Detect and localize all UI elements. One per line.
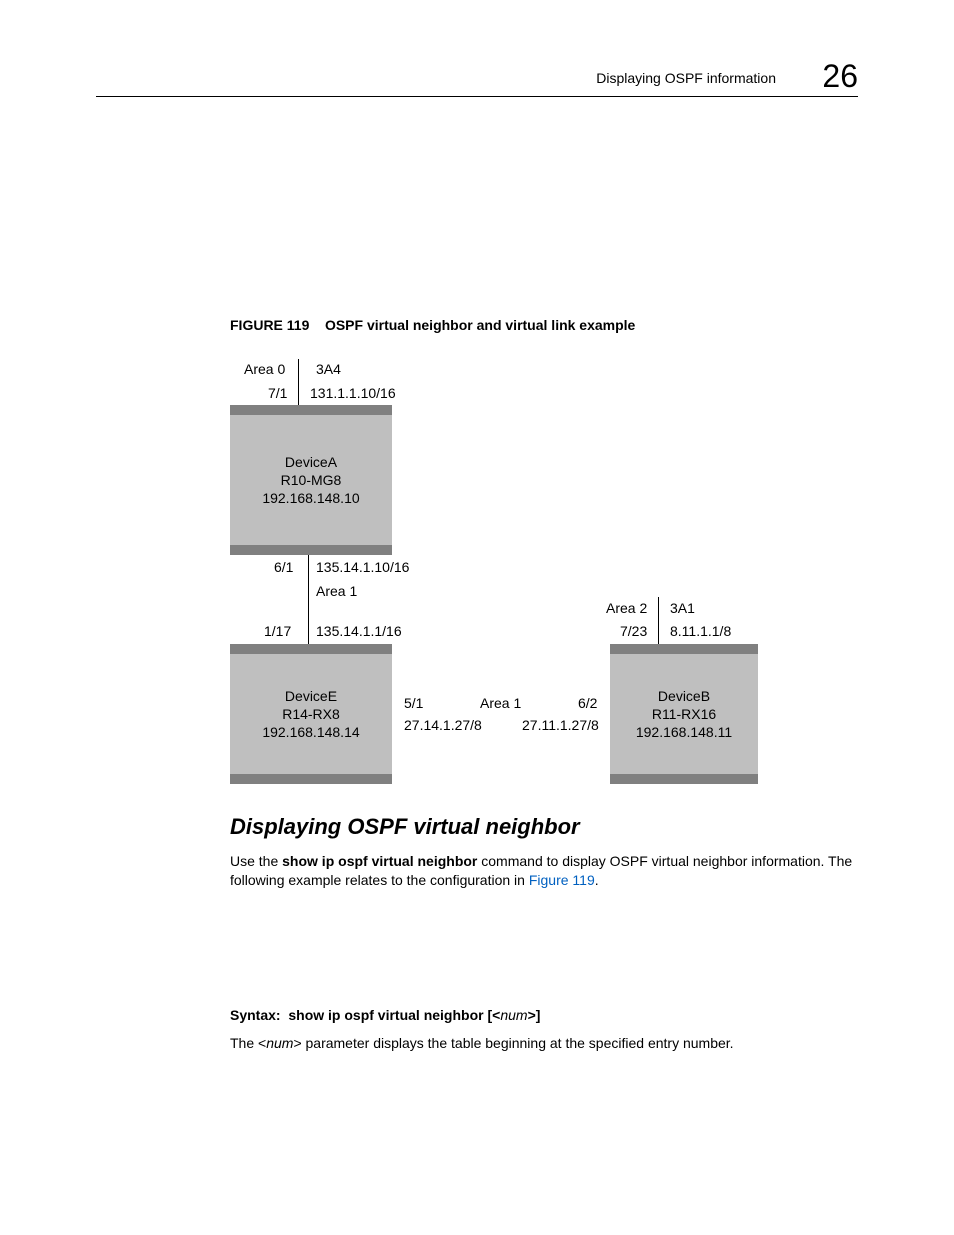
figure-label: FIGURE 119 [230,317,309,333]
p1-cmd: show ip ospf virtual neighbor [282,853,477,869]
section-paragraph-1: Use the show ip ospf virtual neighbor co… [230,852,858,890]
mid-area1-label: Area 1 [480,695,521,711]
device-a-top-port: 7/1 [268,385,287,401]
a-e-sep [308,555,309,644]
device-e-bot-bar [230,774,392,784]
device-a-ip: 192.168.148.10 [230,489,392,507]
device-e-top-net: 135.14.1.1/16 [316,623,402,639]
syntax-cmd: show ip ospf virtual neighbor [< [288,1007,500,1023]
device-b-left-port: 6/2 [578,695,597,711]
figure-title: OSPF virtual neighbor and virtual link e… [325,317,635,333]
p1-post: . [595,872,599,888]
page-header: Displaying OSPF information 26 [0,62,954,98]
syntax-param: num [500,1007,527,1023]
device-a-bot-bar [230,545,392,555]
device-a-name: DeviceA [230,453,392,471]
device-a-model: R10-MG8 [230,471,392,489]
device-a-bot-port: 6/1 [274,559,293,575]
section-heading: Displaying OSPF virtual neighbor [230,814,580,840]
ospf-diagram: DeviceA R10-MG8 192.168.148.10 Area 0 3A… [230,355,790,795]
figure-caption: FIGURE 119 OSPF virtual neighbor and vir… [230,317,635,333]
device-a-bot-net: 135.14.1.10/16 [316,559,409,575]
device-e-right-net: 27.14.1.27/8 [404,717,482,733]
page: Displaying OSPF information 26 FIGURE 11… [0,0,954,1235]
device-a-box: DeviceA R10-MG8 192.168.148.10 [230,415,392,545]
p1-pre: Use the [230,853,282,869]
p2-post: > parameter displays the table beginning… [293,1035,733,1051]
p2-param: num [266,1035,293,1051]
device-b-top-net: 8.11.1.1/8 [670,623,731,639]
device-b-top-sep [658,597,659,644]
device-e-top-port: 1/17 [264,623,291,639]
syntax-line: Syntax: show ip ospf virtual neighbor [<… [230,1007,540,1023]
device-e-box: DeviceE R14-RX8 192.168.148.14 [230,654,392,774]
device-e-top-bar [230,644,392,654]
device-b-name: DeviceB [610,687,758,705]
figure-link[interactable]: Figure 119 [529,872,595,888]
device-a-code: 3A4 [316,361,341,377]
device-a-top-net: 131.1.1.10/16 [310,385,396,401]
device-b-code: 3A1 [670,600,695,616]
device-b-model: R11-RX16 [610,705,758,723]
chapter-number: 26 [822,58,858,95]
device-b-box: DeviceB R11-RX16 192.168.148.11 [610,654,758,774]
section-paragraph-2: The <num> parameter displays the table b… [230,1034,858,1053]
device-b-left-net: 27.11.1.27/8 [522,717,599,733]
header-rule [96,96,858,97]
area2-label: Area 2 [606,600,647,616]
device-e-model: R14-RX8 [230,705,392,723]
device-e-right-port: 5/1 [404,695,423,711]
device-b-top-bar [610,644,758,654]
area1-mid-label: Area 1 [316,583,357,599]
device-a-top-bar [230,405,392,415]
header-title: Displaying OSPF information [596,70,776,86]
device-e-name: DeviceE [230,687,392,705]
syntax-cmd-end: >] [528,1007,541,1023]
p2-pre: The < [230,1035,266,1051]
device-a-top-sep [298,359,299,405]
area0-label: Area 0 [244,361,285,377]
device-b-ip: 192.168.148.11 [610,723,758,741]
device-e-ip: 192.168.148.14 [230,723,392,741]
syntax-label: Syntax: [230,1007,281,1023]
device-b-bot-bar [610,774,758,784]
device-b-top-port: 7/23 [620,623,647,639]
